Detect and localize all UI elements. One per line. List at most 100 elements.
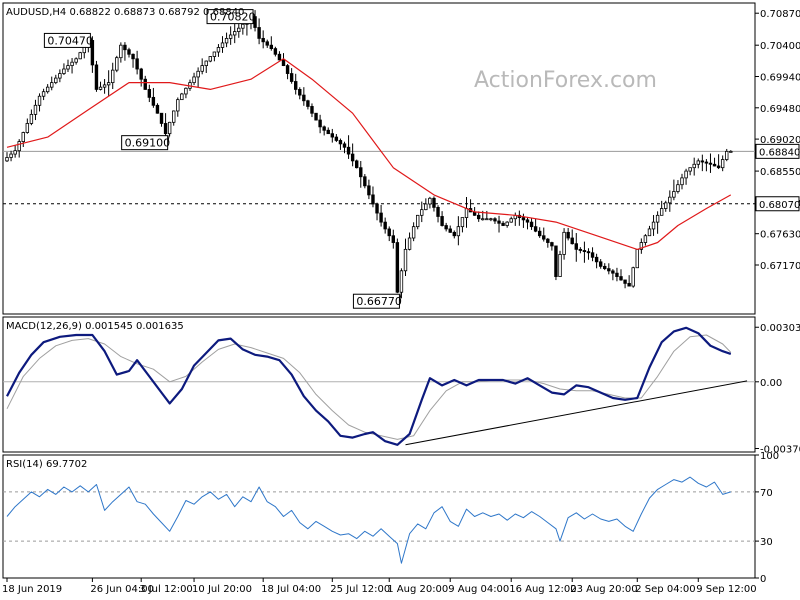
candle-body <box>696 160 700 165</box>
candle-body <box>70 61 74 67</box>
candle-body <box>444 225 448 230</box>
candle-body <box>578 248 583 251</box>
candle-body <box>176 99 180 112</box>
y-tick-label: 0.67170 <box>760 261 800 272</box>
candle-body <box>212 51 217 57</box>
candle-body <box>411 226 416 239</box>
x-tick-label: 3 Jul 12:00 <box>139 584 193 595</box>
candle-body <box>184 87 188 95</box>
candle-body <box>651 221 656 230</box>
candle-body <box>525 219 530 223</box>
x-tick-label: 16 Aug 12:00 <box>509 584 576 595</box>
candle-body <box>415 214 420 228</box>
candle-body <box>456 226 461 237</box>
candle-body <box>314 112 318 121</box>
candle-body <box>607 268 611 272</box>
candle-body <box>476 214 481 220</box>
candle-body <box>684 170 688 179</box>
candle-body <box>196 70 200 78</box>
candle-body <box>62 68 66 74</box>
candles <box>5 10 733 299</box>
candle-body <box>17 141 21 152</box>
watermark: ActionForex.com <box>474 68 657 93</box>
candle-body <box>285 65 290 74</box>
candle-body <box>619 276 623 281</box>
candle-body <box>590 252 595 258</box>
candle-body <box>342 143 347 148</box>
callout-label: 0.66770 <box>356 295 402 308</box>
candle-body <box>383 221 387 230</box>
candle-body <box>13 150 17 155</box>
candle-body <box>192 76 196 84</box>
candle-body <box>659 208 664 216</box>
candle-body <box>407 237 412 250</box>
candle-body <box>704 161 709 164</box>
candle-body <box>725 150 729 160</box>
x-tick-label: 23 Aug 20:00 <box>570 584 637 595</box>
candle-body <box>294 81 298 90</box>
candle-body <box>25 123 30 133</box>
y-tick-label: 0.68550 <box>760 167 800 178</box>
candle-body <box>489 218 493 221</box>
x-tick-label: 25 Jul 12:00 <box>330 584 390 595</box>
candle-body <box>143 78 147 90</box>
candle-body <box>448 228 452 233</box>
panel-frame <box>2 454 756 579</box>
candle-body <box>676 184 680 192</box>
macd-signal-line <box>6 334 732 440</box>
candle-body <box>375 203 379 214</box>
candle-body <box>289 73 294 82</box>
candle-body <box>529 221 534 228</box>
candle-body <box>163 123 168 135</box>
x-axis: 18 Jun 2019 26 Jun 04:003 Jul 12:00 10 Jul… <box>2 578 757 595</box>
candle-body <box>485 218 489 221</box>
candle-body <box>537 230 542 237</box>
x-tick-label: 18 Jul 04:00 <box>261 584 321 595</box>
candle-body <box>391 235 395 243</box>
candle-body <box>180 93 184 101</box>
candle-body <box>45 86 50 93</box>
macd-line <box>6 326 732 446</box>
candle-body <box>98 86 103 90</box>
candle-body <box>708 162 713 165</box>
candle-body <box>668 196 672 204</box>
candle-body <box>521 217 526 221</box>
candle-body <box>481 218 485 221</box>
callout-label: 0.70470 <box>47 34 93 47</box>
candle-body <box>265 41 269 46</box>
y-tick-label: 0 <box>760 574 766 585</box>
candle-body <box>208 56 213 62</box>
y-tick-label: 0.003031 <box>760 323 800 334</box>
x-tick-label: 1 Aug 20:00 <box>387 584 448 595</box>
candle-body <box>505 221 509 226</box>
candle-body <box>497 220 501 224</box>
candle-body <box>58 73 62 79</box>
candle-body <box>33 104 38 115</box>
candle-body <box>277 53 282 61</box>
candle-body <box>452 231 456 237</box>
candle-body <box>464 208 469 218</box>
candle-body <box>119 44 123 59</box>
candle-body <box>501 222 505 226</box>
candle-body <box>550 242 554 247</box>
candle-body <box>123 44 127 51</box>
y-tick-label: 0.00 <box>760 378 782 389</box>
candle-body <box>546 238 550 243</box>
candle-body <box>623 279 627 284</box>
candle-body <box>672 191 676 198</box>
candle-body <box>582 250 587 253</box>
price-panel: ActionForex.com0.671700.676300.680900.68… <box>2 2 800 315</box>
candle-body <box>611 270 615 274</box>
candle-body <box>147 89 152 98</box>
candle-body <box>200 65 204 72</box>
candle-body <box>127 49 131 55</box>
candle-body <box>220 42 225 48</box>
candle-body <box>574 243 578 250</box>
candle-body <box>631 267 635 287</box>
candle-body <box>74 58 78 63</box>
y-tick-label: 70 <box>760 488 773 499</box>
candle-body <box>379 212 383 223</box>
candle-body <box>139 68 143 80</box>
candle-body <box>21 132 25 143</box>
candle-body <box>594 256 599 263</box>
